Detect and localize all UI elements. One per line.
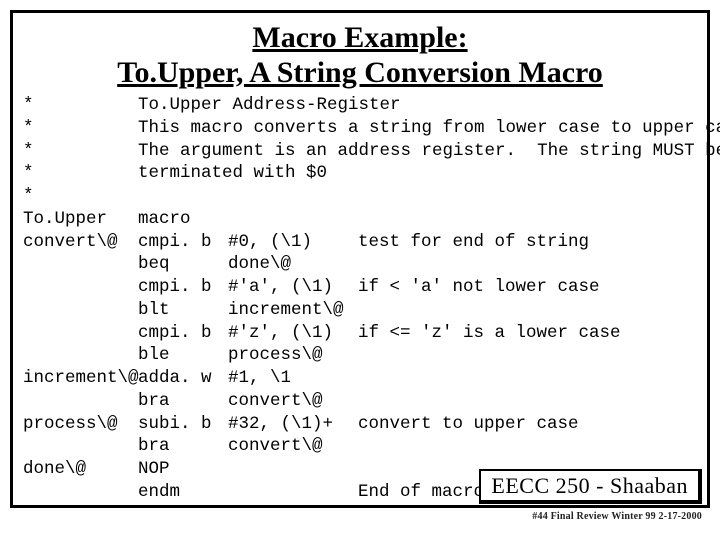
code-op: cmpi. b bbox=[138, 276, 228, 299]
code-label: process\@ bbox=[23, 413, 138, 436]
code-label: increment\@ bbox=[23, 367, 138, 390]
code-note bbox=[358, 299, 697, 322]
comment-row: *terminated with $0 bbox=[23, 162, 697, 185]
code-label bbox=[23, 276, 138, 299]
comment-marker: * bbox=[23, 162, 138, 185]
code-note: if <= 'z' is a lower case bbox=[358, 322, 697, 345]
code-row: bltincrement\@ bbox=[23, 299, 697, 322]
code-row: beqdone\@ bbox=[23, 253, 697, 276]
comment-text: The argument is an address register. The… bbox=[138, 140, 720, 163]
comment-marker: * bbox=[23, 185, 138, 208]
code-label bbox=[23, 481, 138, 504]
code-note bbox=[358, 435, 697, 458]
code-row: cmpi. b#'a', (\1)if < 'a' not lower case bbox=[23, 276, 697, 299]
code-arg: convert\@ bbox=[228, 435, 358, 458]
comment-row: *This macro converts a string from lower… bbox=[23, 117, 697, 140]
comment-marker: * bbox=[23, 140, 138, 163]
code-row: convert\@cmpi. b#0, (\1)test for end of … bbox=[23, 231, 697, 254]
code-label bbox=[23, 435, 138, 458]
code-op: beq bbox=[138, 253, 228, 276]
code-row: To.Uppermacro bbox=[23, 208, 697, 231]
comment-text bbox=[138, 185, 697, 208]
code-arg: #1, \1 bbox=[228, 367, 358, 390]
comment-text: To.Upper Address-Register bbox=[138, 94, 697, 117]
code-note: if < 'a' not lower case bbox=[358, 276, 697, 299]
code-label: To.Upper bbox=[23, 208, 138, 231]
code-row: bleprocess\@ bbox=[23, 344, 697, 367]
comment-marker: * bbox=[23, 117, 138, 140]
title-line-2: To.Upper, A String Conversion Macro bbox=[117, 56, 603, 89]
code-row: cmpi. b#'z', (\1)if <= 'z' is a lower ca… bbox=[23, 322, 697, 345]
code-op: subi. b bbox=[138, 413, 228, 436]
code-label bbox=[23, 390, 138, 413]
code-op: macro bbox=[138, 208, 228, 231]
code-note: test for end of string bbox=[358, 231, 697, 254]
code-op: bra bbox=[138, 435, 228, 458]
slide-frame: Macro Example: To.Upper, A String Conver… bbox=[10, 10, 710, 508]
code-arg bbox=[228, 208, 358, 231]
slide: Macro Example: To.Upper, A String Conver… bbox=[0, 0, 720, 540]
code-note bbox=[358, 390, 697, 413]
code-row: process\@subi. b#32, (\1)+convert to upp… bbox=[23, 413, 697, 436]
code-op: bra bbox=[138, 390, 228, 413]
code-arg: increment\@ bbox=[228, 299, 358, 322]
code-label bbox=[23, 344, 138, 367]
code-arg: #'a', (\1) bbox=[228, 276, 358, 299]
code-note bbox=[358, 344, 697, 367]
code-note bbox=[358, 367, 697, 390]
code-op: NOP bbox=[138, 458, 228, 481]
code-listing: *To.Upper Address-Register*This macro co… bbox=[23, 94, 697, 504]
comment-text: This macro converts a string from lower … bbox=[138, 117, 720, 140]
code-op: blt bbox=[138, 299, 228, 322]
code-arg bbox=[228, 458, 358, 481]
code-label bbox=[23, 299, 138, 322]
title-line-1: Macro Example: bbox=[252, 21, 467, 54]
code-op: cmpi. b bbox=[138, 231, 228, 254]
code-arg: process\@ bbox=[228, 344, 358, 367]
comment-marker: * bbox=[23, 94, 138, 117]
comment-row: * bbox=[23, 185, 697, 208]
code-arg: #'z', (\1) bbox=[228, 322, 358, 345]
code-op: cmpi. b bbox=[138, 322, 228, 345]
code-arg: #32, (\1)+ bbox=[228, 413, 358, 436]
code-arg: #0, (\1) bbox=[228, 231, 358, 254]
code-label: convert\@ bbox=[23, 231, 138, 254]
code-label: done\@ bbox=[23, 458, 138, 481]
code-op: ble bbox=[138, 344, 228, 367]
code-note bbox=[358, 253, 697, 276]
slide-title: Macro Example: To.Upper, A String Conver… bbox=[23, 21, 697, 90]
code-label bbox=[23, 322, 138, 345]
code-row: braconvert\@ bbox=[23, 390, 697, 413]
code-row: increment\@adda. w#1, \1 bbox=[23, 367, 697, 390]
code-arg: convert\@ bbox=[228, 390, 358, 413]
comment-row: *The argument is an address register. Th… bbox=[23, 140, 697, 163]
code-arg: done\@ bbox=[228, 253, 358, 276]
course-tag: EECC 250 - Shaaban bbox=[479, 469, 702, 504]
code-row: braconvert\@ bbox=[23, 435, 697, 458]
code-label bbox=[23, 253, 138, 276]
code-note: convert to upper case bbox=[358, 413, 697, 436]
comment-row: *To.Upper Address-Register bbox=[23, 94, 697, 117]
code-op: endm bbox=[138, 481, 228, 504]
code-op: adda. w bbox=[138, 367, 228, 390]
code-note bbox=[358, 208, 697, 231]
code-arg bbox=[228, 481, 358, 504]
slide-meta: #44 Final Review Winter 99 2-17-2000 bbox=[532, 511, 702, 522]
comment-text: terminated with $0 bbox=[138, 162, 697, 185]
